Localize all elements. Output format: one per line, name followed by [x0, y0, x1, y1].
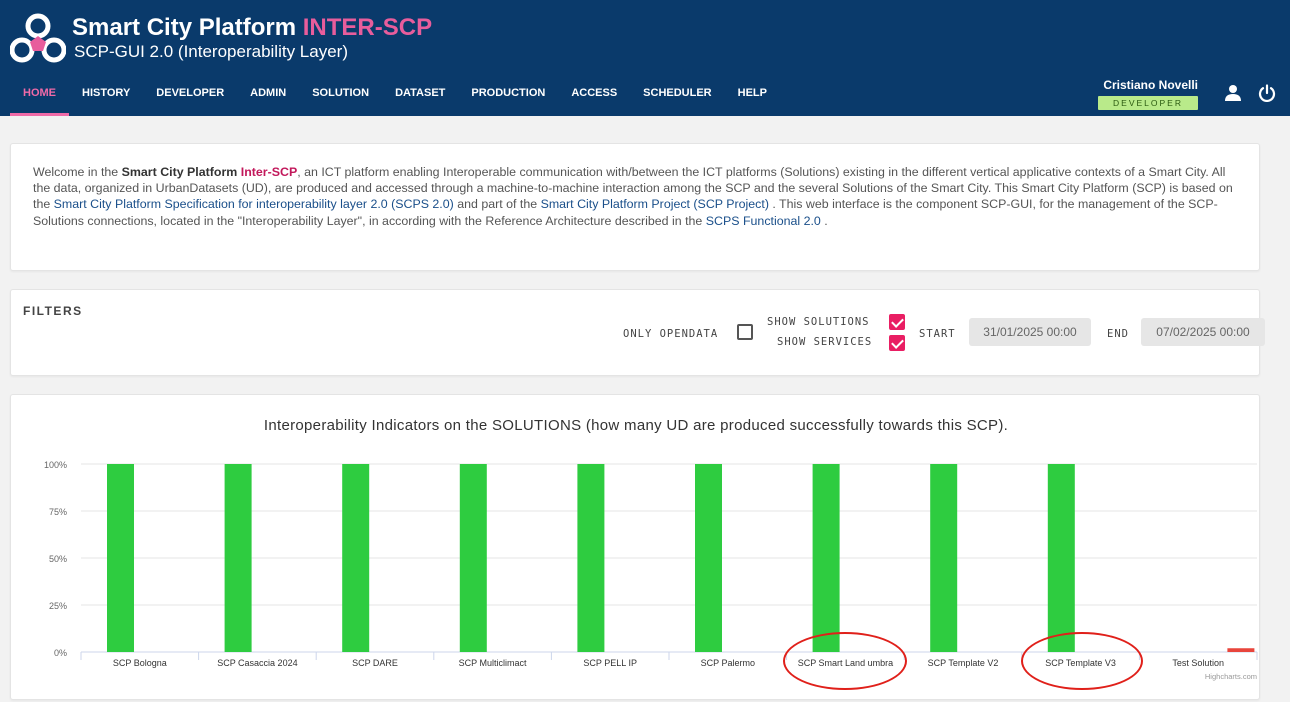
- chart-bar: [1227, 648, 1255, 652]
- app-subtitle: SCP-GUI 2.0 (Interoperability Layer): [74, 42, 348, 61]
- only-opendata-checkbox[interactable]: [737, 324, 753, 340]
- chart-bar: [107, 464, 134, 652]
- x-tick-label: SCP Template V2: [928, 658, 999, 668]
- top-header: Smart City Platform INTER-SCP SCP-GUI 2.…: [0, 0, 1290, 116]
- filters-title: FILTERS: [23, 304, 83, 318]
- show-services-checkbox[interactable]: [889, 335, 905, 351]
- chart-bar: [577, 464, 605, 652]
- y-tick-label: 50%: [49, 554, 67, 564]
- scp-logo-icon[interactable]: [10, 12, 66, 64]
- nav-access[interactable]: ACCESS: [558, 80, 630, 116]
- start-label: START: [919, 328, 956, 340]
- nav-production[interactable]: PRODUCTION: [458, 80, 558, 116]
- nav-home[interactable]: HOME: [10, 80, 69, 116]
- chart-bar: [812, 464, 840, 652]
- y-tick-label: 100%: [44, 460, 67, 470]
- nav-history[interactable]: HISTORY: [69, 80, 143, 116]
- y-tick-label: 75%: [49, 507, 67, 517]
- x-tick-label: Test Solution: [1172, 658, 1224, 668]
- welcome-panel: Welcome in the Smart City Platform Inter…: [10, 143, 1260, 271]
- chart-bar: [695, 464, 722, 652]
- show-services-label: SHOW SERVICES: [777, 336, 873, 348]
- filters-panel: FILTERS ONLY OPENDATA SHOW SOLUTIONS SHO…: [10, 289, 1265, 376]
- app-title: Smart City Platform INTER-SCP: [72, 14, 432, 42]
- nav-developer[interactable]: DEVELOPER: [143, 80, 237, 116]
- end-date-input[interactable]: 07/02/2025 00:00: [1141, 318, 1265, 346]
- app-title-accent: INTER-SCP: [302, 14, 433, 41]
- annotation-ellipse: [783, 632, 907, 690]
- link-scps-functional[interactable]: SCPS Functional 2.0: [706, 214, 821, 228]
- welcome-text: .: [820, 213, 828, 228]
- show-solutions-label: SHOW SOLUTIONS: [767, 316, 870, 328]
- start-date-input[interactable]: 31/01/2025 00:00: [969, 318, 1091, 346]
- x-tick-label: SCP DARE: [352, 658, 398, 668]
- chart-bar: [930, 464, 958, 652]
- welcome-text: Welcome in the: [33, 165, 122, 179]
- main-nav: HOME HISTORY DEVELOPER ADMIN SOLUTION DA…: [10, 80, 780, 116]
- y-tick-label: 25%: [49, 601, 67, 611]
- chart-bar: [459, 464, 487, 652]
- x-tick-label: SCP Casaccia 2024: [217, 658, 297, 668]
- nav-solution[interactable]: SOLUTION: [299, 80, 382, 116]
- nav-dataset[interactable]: DATASET: [382, 80, 458, 116]
- nav-scheduler[interactable]: SCHEDULER: [630, 80, 724, 116]
- x-tick-label: SCP Palermo: [701, 658, 755, 668]
- welcome-platform-accent: Inter-SCP: [240, 165, 298, 179]
- power-icon[interactable]: [1258, 84, 1276, 102]
- chart-bar: [342, 464, 370, 652]
- user-role-badge: DEVELOPER: [1098, 96, 1198, 110]
- user-icon[interactable]: [1224, 84, 1242, 102]
- nav-help[interactable]: HELP: [725, 80, 780, 116]
- annotation-ellipse: [1021, 632, 1143, 690]
- chart-bar: [1047, 464, 1075, 652]
- chart-credits: Highcharts.com: [1205, 672, 1257, 681]
- x-tick-label: SCP Bologna: [113, 658, 167, 668]
- chart-bar: [224, 464, 252, 652]
- user-name: Cristiano Novelli: [1103, 78, 1198, 92]
- welcome-platform-name: Smart City Platform: [121, 165, 241, 179]
- show-solutions-checkbox[interactable]: [889, 314, 905, 330]
- end-label: END: [1107, 328, 1129, 340]
- x-tick-label: SCP PELL IP: [583, 658, 637, 668]
- link-scp-project[interactable]: Smart City Platform Project (SCP Project…: [541, 197, 769, 211]
- x-tick-label: SCP Multiclimact: [459, 658, 527, 668]
- welcome-text: and part of the: [453, 197, 541, 212]
- y-tick-label: 0%: [54, 648, 67, 658]
- app-title-main: Smart City Platform: [72, 14, 297, 41]
- only-opendata-label: ONLY OPENDATA: [623, 328, 719, 340]
- link-scps-spec[interactable]: Smart City Platform Specification for in…: [54, 197, 454, 211]
- nav-admin[interactable]: ADMIN: [237, 80, 299, 116]
